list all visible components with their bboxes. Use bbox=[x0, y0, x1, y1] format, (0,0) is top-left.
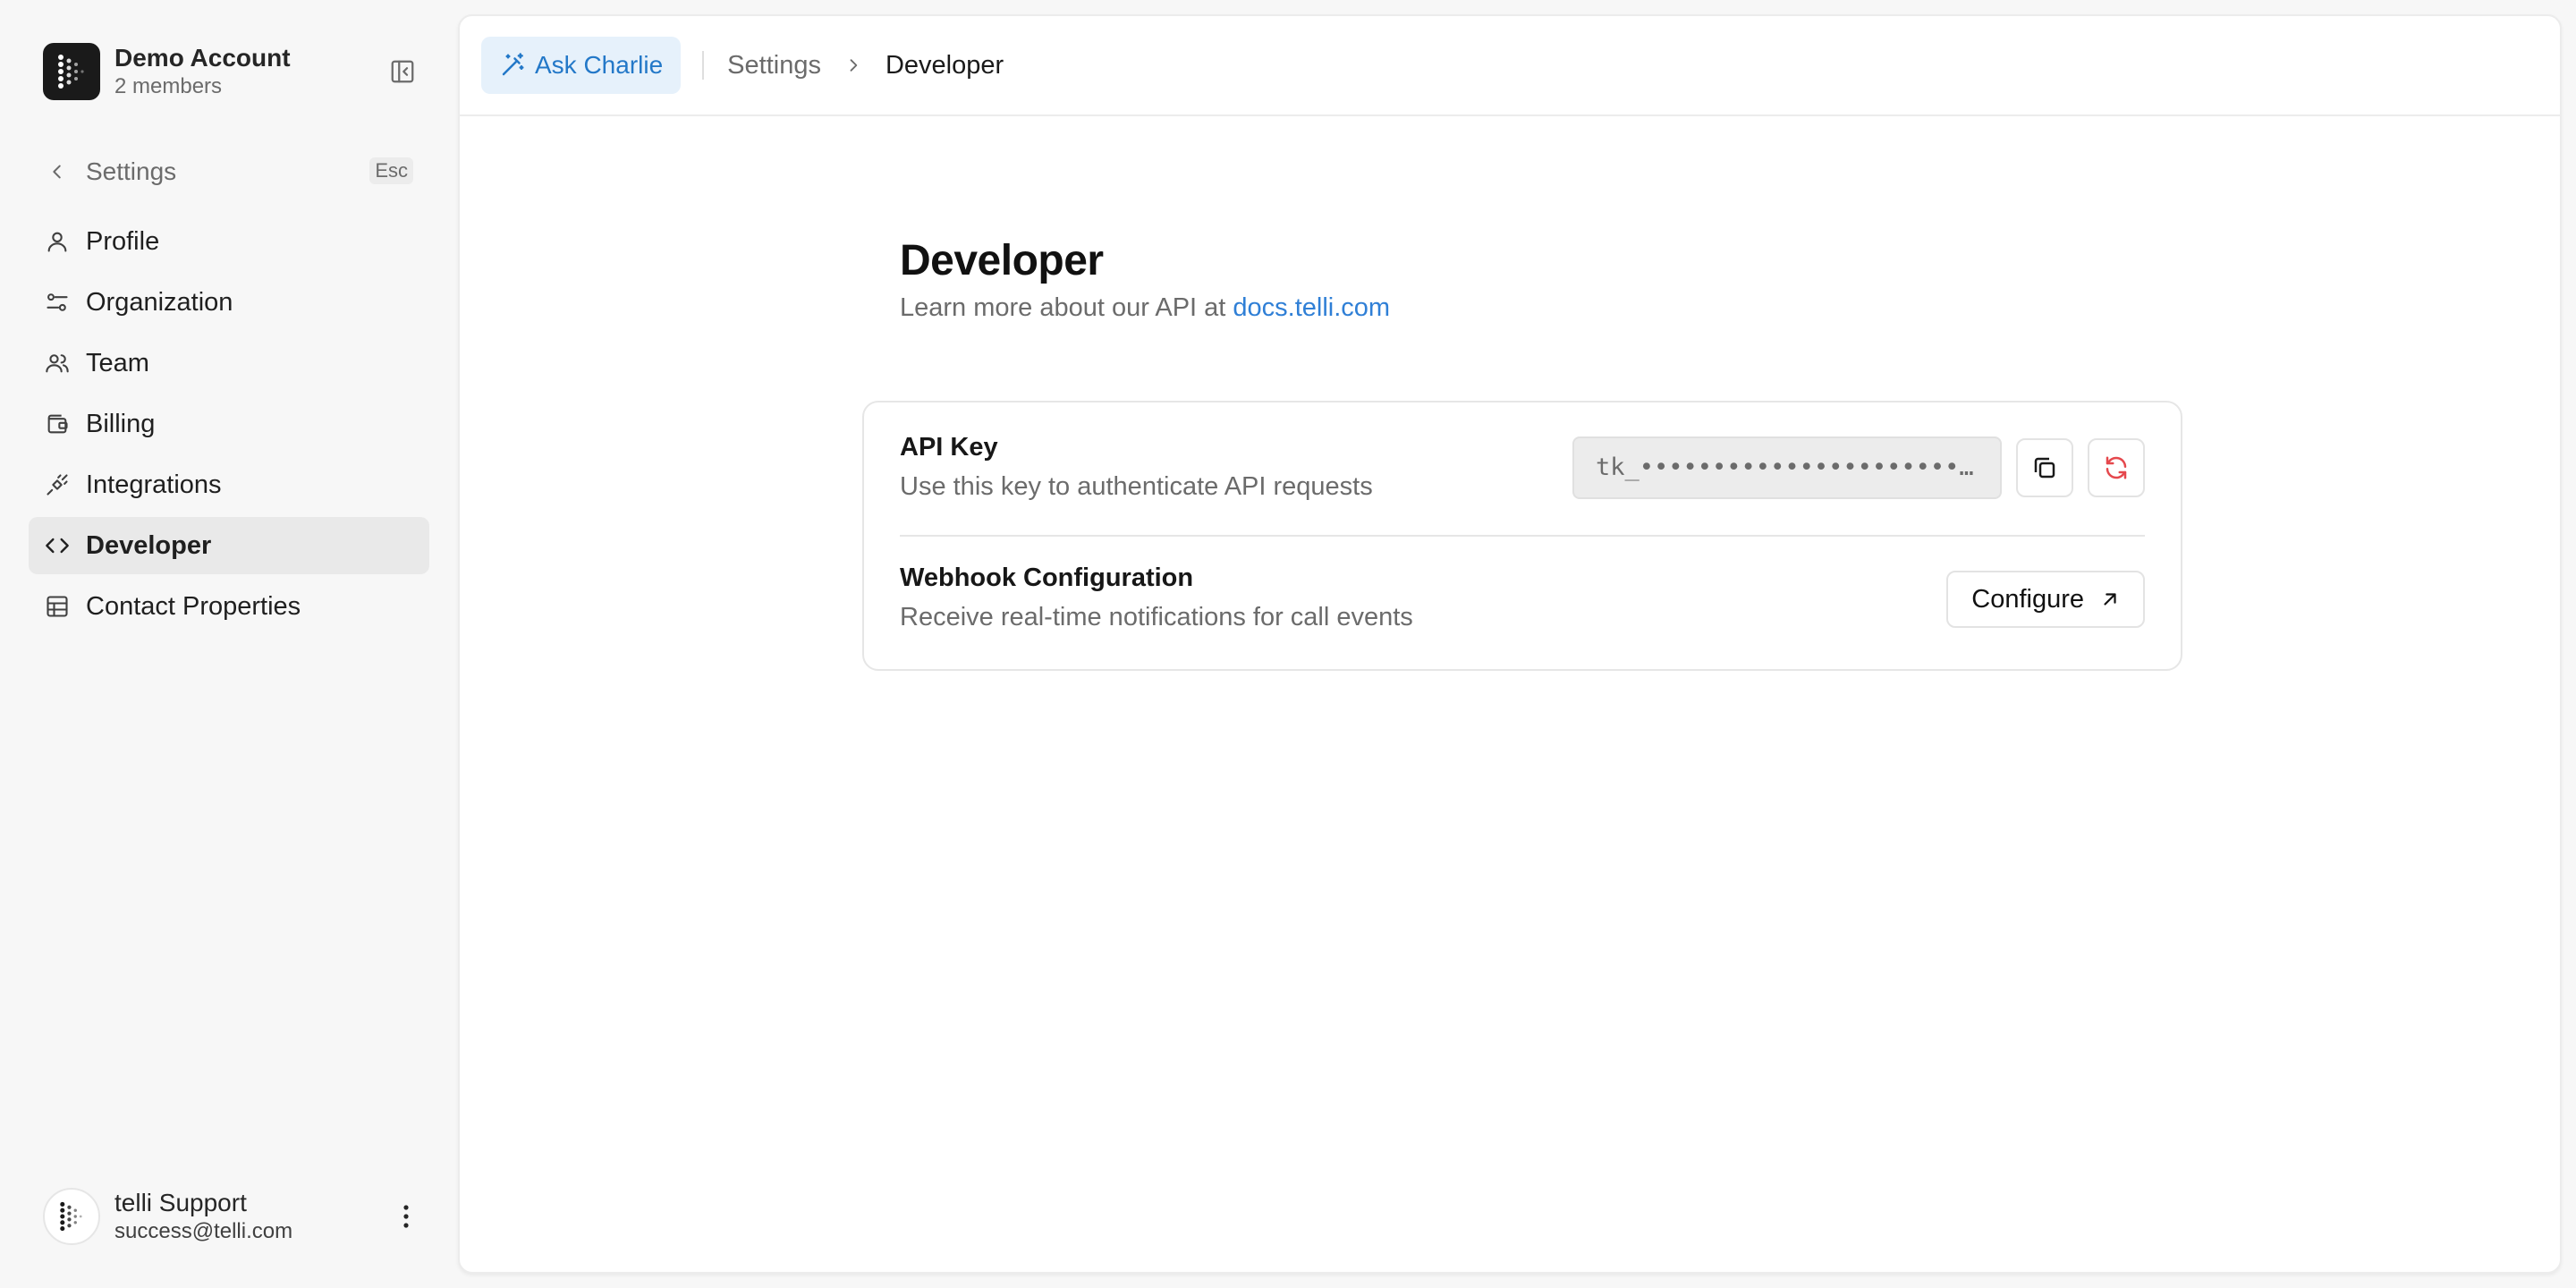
sidebar-item-organization[interactable]: Organization bbox=[29, 274, 429, 331]
arrow-up-right-icon bbox=[2100, 589, 2120, 609]
page-subtitle-text: Learn more about our API at bbox=[900, 293, 1226, 322]
configure-label: Configure bbox=[1971, 584, 2084, 614]
sidebar-item-integrations[interactable]: Integrations bbox=[29, 456, 429, 513]
sidebar-item-profile[interactable]: Profile bbox=[29, 213, 429, 270]
breadcrumb: Settings Developer bbox=[704, 51, 1004, 80]
settings-back-link[interactable]: Settings Esc bbox=[43, 154, 419, 190]
developer-settings-card: API Key Use this key to authenticate API… bbox=[862, 401, 2182, 671]
sidebar-item-label: Team bbox=[86, 348, 149, 377]
sidebar-item-label: Billing bbox=[86, 409, 156, 438]
sidebar-item-team[interactable]: Team bbox=[29, 335, 429, 392]
user-more-button[interactable] bbox=[390, 1200, 422, 1233]
ask-charlie-button[interactable]: Ask Charlie bbox=[481, 37, 682, 94]
breadcrumb-current: Developer bbox=[885, 50, 1004, 80]
sidebar-item-label: Integrations bbox=[86, 470, 222, 499]
webhook-row: Webhook Configuration Receive real-time … bbox=[900, 537, 2145, 671]
user-email: success@telli.com bbox=[114, 1219, 293, 1243]
user-account-menu[interactable]: telli Support success@telli.com bbox=[43, 1186, 422, 1247]
collapse-sidebar-button[interactable] bbox=[386, 55, 419, 88]
sidebar: Demo Account 2 members Settings Esc Prof… bbox=[0, 0, 458, 1288]
refresh-icon bbox=[2106, 456, 2127, 479]
chevron-right-icon bbox=[844, 56, 862, 74]
api-key-field[interactable]: tk_•••••••••••••••••••••••••••••• bbox=[1572, 436, 2002, 499]
telli-logo-icon bbox=[43, 43, 100, 100]
regenerate-api-key-button[interactable] bbox=[2088, 438, 2145, 497]
developer-settings: Developer Learn more about our API at do… bbox=[862, 234, 2207, 671]
copy-api-key-button[interactable] bbox=[2016, 438, 2073, 497]
breadcrumb-settings-link[interactable]: Settings bbox=[727, 51, 821, 80]
sidebar-item-label: Contact Properties bbox=[86, 591, 301, 621]
docs-link[interactable]: docs.telli.com bbox=[1233, 293, 1390, 322]
user-name: telli Support bbox=[114, 1189, 247, 1216]
page-title: Developer bbox=[900, 237, 1104, 284]
telli-logo-icon bbox=[60, 1201, 82, 1232]
api-key-description: Use this key to authenticate API request… bbox=[900, 472, 1373, 501]
sidebar-item-label: Organization bbox=[86, 287, 233, 317]
settings-nav: Profile Organization Team Billing Integr… bbox=[29, 213, 429, 639]
sidebar-item-contact-properties[interactable]: Contact Properties bbox=[29, 578, 429, 635]
topbar: Ask Charlie Settings Developer bbox=[460, 16, 2560, 116]
plug-icon bbox=[43, 470, 72, 499]
sidebar-item-label: Profile bbox=[86, 226, 160, 256]
esc-shortcut-badge: Esc bbox=[369, 157, 413, 184]
api-key-row: API Key Use this key to authenticate API… bbox=[900, 402, 2145, 537]
table-icon bbox=[43, 592, 72, 621]
sidebar-item-developer[interactable]: Developer bbox=[29, 517, 429, 574]
sidebar-item-label: Developer bbox=[86, 530, 212, 560]
account-name: Demo Account bbox=[114, 44, 291, 72]
settings-back-label: Settings bbox=[86, 157, 177, 185]
user-icon bbox=[43, 227, 72, 256]
sidebar-item-billing[interactable]: Billing bbox=[29, 395, 429, 453]
api-key-title: API Key bbox=[900, 433, 998, 462]
account-member-count: 2 members bbox=[114, 74, 223, 98]
ask-charlie-label: Ask Charlie bbox=[535, 51, 664, 79]
webhook-title: Webhook Configuration bbox=[900, 564, 1194, 592]
sliders-icon bbox=[43, 288, 72, 317]
chevron-left-icon bbox=[43, 162, 72, 182]
configure-webhook-button[interactable]: Configure bbox=[1946, 571, 2145, 628]
avatar bbox=[43, 1188, 100, 1245]
magic-wand-icon bbox=[502, 53, 524, 76]
webhook-description: Receive real-time notifications for call… bbox=[900, 603, 1413, 631]
more-vertical-icon bbox=[403, 1205, 409, 1228]
page-subtitle: Learn more about our API at docs.telli.c… bbox=[900, 293, 2207, 323]
wallet-icon bbox=[43, 410, 72, 438]
main-panel: Ask Charlie Settings Developer Developer… bbox=[458, 14, 2562, 1274]
sidebar-collapse-icon bbox=[391, 60, 414, 83]
users-icon bbox=[43, 349, 72, 377]
copy-icon bbox=[2034, 457, 2055, 479]
code-icon bbox=[43, 531, 72, 560]
account-switcher[interactable]: Demo Account 2 members bbox=[43, 43, 419, 100]
